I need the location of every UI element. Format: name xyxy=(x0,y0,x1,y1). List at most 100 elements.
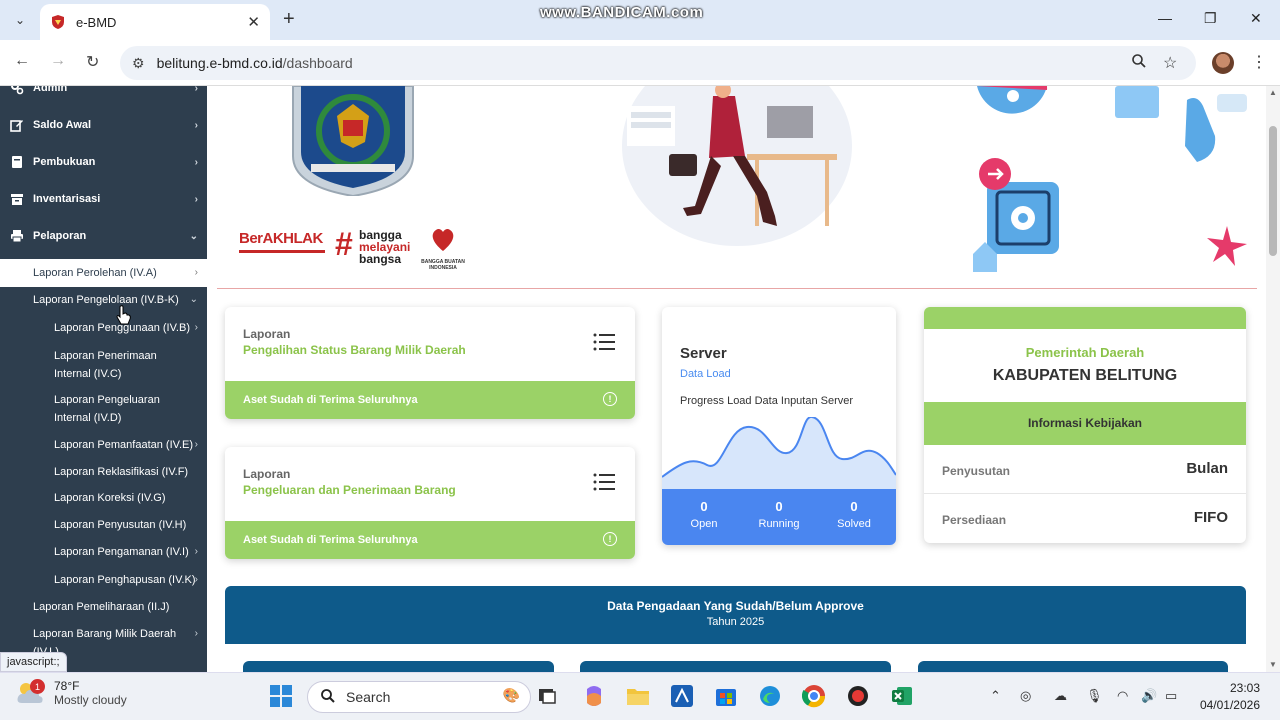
sidebar-item-pembukuan[interactable]: Pembukuan › xyxy=(0,147,207,177)
sidebar-item-saldo-awal[interactable]: Saldo Awal › xyxy=(0,110,207,140)
page-scrollbar[interactable]: ▲ ▼ xyxy=(1266,86,1280,672)
clock-time: 23:03 xyxy=(1229,681,1260,695)
address-bar[interactable]: ⚙ belitung.e-bmd.co.id/dashboard xyxy=(120,46,1196,80)
sidebar-item-inventarisasi[interactable]: Inventarisasi › xyxy=(0,184,207,214)
browser-toolbar: ← → ↻ ⚙ belitung.e-bmd.co.id/dashboard ☆ xyxy=(0,40,1280,86)
card-footer-text: Aset Sudah di Terima Seluruhnya xyxy=(243,534,418,546)
edge-browser-icon[interactable] xyxy=(757,683,783,709)
forward-icon[interactable]: → xyxy=(50,52,66,70)
taskbar-clock[interactable]: 23:03 04/01/2026 xyxy=(1196,681,1260,712)
submenu-laporan-penggunaan[interactable]: Laporan Penggunaan (IV.B) › xyxy=(0,319,207,337)
e-bmd-favicon-icon xyxy=(50,14,66,30)
submenu-laporan-pengeluaran-internal[interactable]: Laporan Pengeluaran Internal (IV.D) xyxy=(0,391,207,427)
browser-menu-icon[interactable]: ⋮ xyxy=(1251,52,1267,72)
info-icon[interactable]: ! xyxy=(603,532,617,546)
policy-row-penyusutan: Penyusutan Bulan xyxy=(924,446,1246,494)
sidebar-item-admin[interactable]: Admin › xyxy=(0,86,207,103)
excel-icon[interactable] xyxy=(889,683,915,709)
stat-open-value: 0 xyxy=(700,499,708,514)
link-status-tooltip: javascript:; xyxy=(0,652,67,672)
windows-taskbar: 78°F Mostly cloudy 1 Search 🎨 ⌃ ◎ ☁ 🎙 ◠ … xyxy=(0,672,1280,720)
site-info-icon[interactable]: ⚙ xyxy=(132,55,145,72)
bookmark-star-icon[interactable]: ☆ xyxy=(1163,53,1177,73)
submenu-laporan-penerimaan-internal[interactable]: Laporan Penerimaan Internal (IV.C) xyxy=(0,347,207,383)
show-hidden-icons-icon[interactable]: ⌃ xyxy=(990,688,1001,704)
sidebar-item-label: Pembukuan xyxy=(33,156,96,168)
stat-solved: 0 Solved xyxy=(814,499,894,530)
reload-icon[interactable]: ↻ xyxy=(86,52,99,72)
submenu-laporan-penghapusan[interactable]: Laporan Penghapusan (IV.K) › xyxy=(0,571,207,589)
chevron-right-icon: › xyxy=(194,156,198,168)
url-path: /dashboard xyxy=(282,55,353,71)
submenu-label: Laporan Penerimaan Internal (IV.C) xyxy=(54,350,157,380)
url-host: belitung.e-bmd.co.id xyxy=(156,55,283,71)
server-title: Server xyxy=(680,345,727,362)
back-icon[interactable]: ← xyxy=(14,52,30,70)
info-icon[interactable]: ! xyxy=(603,392,617,406)
weather-temp: 78°F xyxy=(54,679,80,693)
microphone-icon[interactable]: 🎙 xyxy=(1086,688,1103,704)
stat-solved-label: Solved xyxy=(837,518,871,530)
sidebar-item-label: Inventarisasi xyxy=(33,193,101,205)
meet-icon[interactable]: ◎ xyxy=(1020,688,1031,704)
banner-divider xyxy=(217,288,1257,289)
copilot-icon[interactable] xyxy=(581,683,607,709)
pdf-app-icon[interactable] xyxy=(669,683,695,709)
zoom-icon[interactable] xyxy=(1131,53,1147,74)
search-placeholder: Search xyxy=(346,689,391,705)
task-view-icon[interactable] xyxy=(534,683,560,709)
scroll-up-icon[interactable]: ▲ xyxy=(1269,88,1277,97)
policy-value: FIFO xyxy=(1193,509,1228,526)
bandicam-record-icon[interactable] xyxy=(845,683,871,709)
submenu-label: Laporan Reklasifikasi (IV.F) xyxy=(54,466,189,478)
profile-avatar[interactable] xyxy=(1212,52,1234,74)
new-tab-icon[interactable]: + xyxy=(283,8,295,31)
gears-icon xyxy=(10,86,24,95)
submenu-laporan-penyusutan[interactable]: Laporan Penyusutan (IV.H) xyxy=(0,516,207,534)
browser-tabbar: ⌄ e-BMD ✕ + www.BANDICAM.com — ❐ ✕ xyxy=(0,0,1280,40)
close-tab-icon[interactable]: ✕ xyxy=(247,13,260,31)
close-window-icon[interactable]: ✕ xyxy=(1250,10,1262,27)
battery-icon[interactable]: ▭ xyxy=(1165,688,1177,704)
pengadaan-title: Data Pengadaan Yang Sudah/Belum Approve xyxy=(607,599,864,613)
volume-icon[interactable]: 🔊 xyxy=(1141,688,1157,704)
file-explorer-icon[interactable] xyxy=(625,683,651,709)
list-menu-icon[interactable] xyxy=(593,333,615,356)
submenu-laporan-reklasifikasi[interactable]: Laporan Reklasifikasi (IV.F) xyxy=(0,463,207,481)
bangga-buatan-indonesia-logo: BANGGA BUATAN INDONESIA xyxy=(421,224,465,271)
list-menu-icon[interactable] xyxy=(593,473,615,496)
windows-start-icon[interactable] xyxy=(268,683,294,709)
scroll-down-icon[interactable]: ▼ xyxy=(1269,660,1277,669)
card-label: Laporan xyxy=(243,327,291,341)
chevron-right-icon: › xyxy=(194,193,198,205)
tab-search-icon[interactable]: ⌄ xyxy=(8,8,32,32)
microsoft-store-icon[interactable] xyxy=(713,683,739,709)
taskbar-search[interactable]: Search 🎨 xyxy=(307,681,531,713)
cloud-offline-icon[interactable]: ☁ xyxy=(1054,688,1067,704)
chrome-browser-icon[interactable] xyxy=(801,683,827,709)
submenu-label: Laporan Pengamanan (IV.I) xyxy=(54,546,189,558)
scrollbar-thumb[interactable] xyxy=(1269,126,1277,256)
kemendagri-emblem xyxy=(291,86,415,198)
card-pengeluaran-penerimaan[interactable]: Laporan Pengeluaran dan Penerimaan Baran… xyxy=(225,447,635,559)
chevron-right-icon: › xyxy=(194,546,198,557)
card-pengalihan-status[interactable]: Laporan Pengalihan Status Barang Milik D… xyxy=(225,307,635,419)
submenu-laporan-pemeliharaan[interactable]: Laporan Pemeliharaan (II.J) xyxy=(0,598,207,616)
submenu-laporan-koreksi[interactable]: Laporan Koreksi (IV.G) xyxy=(0,489,207,507)
policy-label: Penyusutan xyxy=(942,464,1011,478)
edit-icon xyxy=(10,118,24,132)
submenu-laporan-pengelolaan[interactable]: Laporan Pengelolaan (IV.B-K) ⌄ xyxy=(0,291,207,309)
submenu-laporan-perolehan[interactable]: Laporan Perolehan (IV.A) › xyxy=(0,259,207,287)
submenu-label: Laporan Perolehan (IV.A) xyxy=(33,267,157,279)
submenu-label: Laporan Pemanfaatan (IV.E) xyxy=(54,439,194,451)
minimize-icon[interactable]: — xyxy=(1158,10,1172,26)
print-icon xyxy=(10,229,24,243)
sidebar-item-pelaporan[interactable]: Pelaporan ⌄ xyxy=(0,221,207,251)
submenu-laporan-pengamanan[interactable]: Laporan Pengamanan (IV.I) › xyxy=(0,543,207,561)
browser-tab[interactable]: e-BMD ✕ xyxy=(40,4,270,40)
pengadaan-header: Data Pengadaan Yang Sudah/Belum Approve … xyxy=(225,586,1246,644)
restore-icon[interactable]: ❐ xyxy=(1204,10,1217,27)
wifi-icon[interactable]: ◠ xyxy=(1117,688,1128,704)
card-title: Pengalihan Status Barang Milik Daerah xyxy=(243,343,466,357)
submenu-laporan-pemanfaatan[interactable]: Laporan Pemanfaatan (IV.E) › xyxy=(0,436,207,454)
